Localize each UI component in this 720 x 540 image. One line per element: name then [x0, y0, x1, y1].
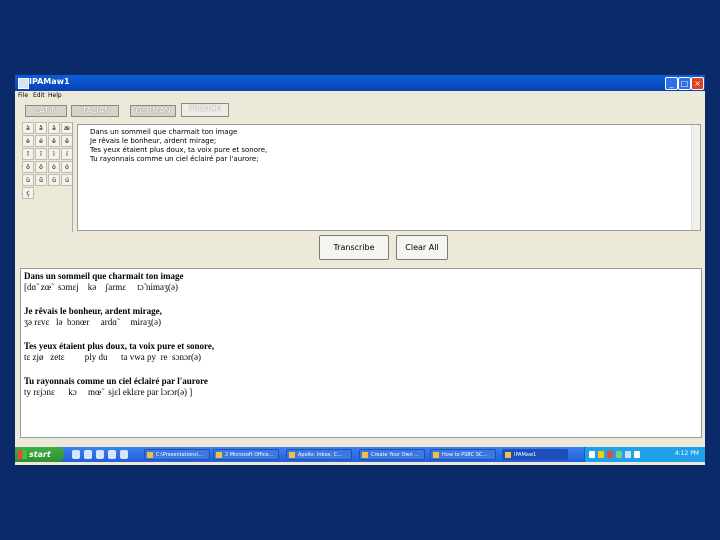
input-line: Dans un sommeil que charmait ton image [90, 128, 238, 136]
close-button[interactable]: × [691, 77, 704, 90]
taskbar-item-label: C:\Presentations\... [156, 452, 204, 458]
char-button[interactable]: ò [48, 161, 60, 173]
char-button[interactable]: é [35, 135, 47, 147]
output-text-line: Tu rayonnais comme un ciel éclairé par l… [24, 376, 208, 386]
update-icon[interactable] [616, 451, 622, 458]
start-label: start [29, 450, 51, 459]
network-icon[interactable] [589, 451, 595, 458]
app-window: IPAMaw1 _ □ × File Edit Help LATIN ITALI… [15, 75, 705, 465]
input-scrollbar[interactable] [691, 125, 700, 230]
taskbar-item[interactable]: C:\Presentations\... [144, 449, 210, 460]
tab-german[interactable]: GERMAN [130, 105, 176, 117]
mail-icon [289, 452, 295, 458]
char-button[interactable]: ê [48, 135, 60, 147]
window-title: IPAMaw1 [29, 77, 70, 86]
tab-italian[interactable]: ITALIAN [71, 105, 119, 117]
browser-icon [362, 452, 368, 458]
app-icon [505, 452, 511, 458]
system-tray: 4:12 PM [584, 447, 705, 462]
taskbar-item-label: How to PSBC SC... [442, 452, 488, 458]
output-ipa-line: [dɑ̃ zœ̃ sɔmɛj kə ʃarmɛ tɔ̃ nimaʒ(ə) [24, 282, 178, 292]
output-ipa-line: ʒə rɛvɛ lə bɔnœr ardɑ̃ miraʒ(ə) [24, 317, 161, 327]
tab-latin[interactable]: LATIN [25, 105, 67, 117]
output-text-line: Dans un sommeil que charmait ton image [24, 271, 184, 281]
taskbar: start C:\Presentations\... 2 Microsoft O… [15, 447, 705, 462]
menu-help[interactable]: Help [48, 92, 62, 99]
messenger-icon[interactable] [634, 451, 640, 458]
taskbar-item-label: Apollo: Inbox, C... [298, 452, 342, 458]
special-character-pad: àâäæèéêëîïìíôöòóùûüúç [22, 122, 74, 199]
input-line: Tes yeux étaient plus doux, ta voix pure… [90, 146, 268, 154]
taskbar-item[interactable]: Apollo: Inbox, C... [286, 449, 352, 460]
output-ipa-line: ty rɛjɔnɛ kɔ mœ̃ sjɛl eklɛre par lɔrɔr(ə… [24, 387, 193, 397]
browser-icon [433, 452, 439, 458]
char-button[interactable]: ü [48, 174, 60, 186]
folder-icon [147, 452, 153, 458]
quicklaunch-desktop-icon[interactable] [108, 450, 116, 459]
char-button[interactable]: è [22, 135, 34, 147]
panel-divider [72, 122, 76, 232]
title-bar[interactable]: IPAMaw1 _ □ × [15, 75, 705, 91]
char-button[interactable]: ç [22, 187, 34, 199]
output-text-line: Tes yeux étaient plus doux, ta voix pure… [24, 341, 215, 351]
menu-file[interactable]: File [18, 92, 28, 99]
maximize-button[interactable]: □ [678, 77, 691, 90]
windows-logo-icon [18, 450, 27, 459]
taskbar-item-label: 2 Microsoft Office... [225, 452, 274, 458]
char-button[interactable]: à [22, 122, 34, 134]
menu-edit[interactable]: Edit [33, 92, 45, 99]
char-button[interactable]: î [22, 148, 34, 160]
clear-all-button[interactable]: Clear All [396, 235, 448, 260]
input-line: Je rêvais le bonheur, ardent mirage; [90, 137, 217, 145]
quicklaunch-ie-icon[interactable] [72, 450, 80, 459]
taskbar-item[interactable]: Create Your Own ... [359, 449, 425, 460]
input-line: Tu rayonnais comme un ciel éclairé par l… [90, 155, 259, 163]
char-button[interactable]: ö [35, 161, 47, 173]
transcribe-button[interactable]: Transcribe [319, 235, 389, 260]
tab-french[interactable]: FRENCH [181, 103, 229, 117]
char-button[interactable]: ô [22, 161, 34, 173]
char-button[interactable]: â [35, 122, 47, 134]
quicklaunch-word-icon[interactable] [84, 450, 92, 459]
char-button[interactable]: ï [35, 148, 47, 160]
start-button[interactable]: start [15, 447, 64, 462]
char-button[interactable]: ì [48, 148, 60, 160]
volume-icon[interactable] [625, 451, 631, 458]
ipa-output[interactable]: Dans un sommeil que charmait ton image [… [20, 268, 702, 438]
taskbar-item-label: IPAMaw1 [514, 452, 537, 458]
security-icon[interactable] [598, 451, 604, 458]
char-button[interactable]: û [35, 174, 47, 186]
menu-bar: File Edit Help [15, 91, 705, 102]
taskbar-item-label: Create Your Own ... [371, 452, 420, 458]
output-text-line: Je rêvais le bonheur, ardent mirage, [24, 306, 162, 316]
taskbar-item[interactable]: 2 Microsoft Office... [213, 449, 279, 460]
clock: 4:12 PM [674, 450, 699, 457]
quicklaunch-media-icon[interactable] [96, 450, 104, 459]
office-icon [216, 452, 222, 458]
app-icon [18, 78, 29, 89]
minimize-button[interactable]: _ [665, 77, 678, 90]
char-button[interactable]: ä [48, 122, 60, 134]
char-button[interactable]: ù [22, 174, 34, 186]
taskbar-item[interactable]: IPAMaw1 [502, 449, 568, 460]
quicklaunch-star-icon[interactable] [120, 450, 128, 459]
french-text-input[interactable]: Dans un sommeil que charmait ton image J… [77, 124, 701, 231]
antivirus-icon[interactable] [607, 451, 613, 458]
output-ipa-line: tɛ zjø zetɛ ply du ta vwa py re sɔnɔr(ə) [24, 352, 202, 362]
taskbar-item[interactable]: How to PSBC SC... [430, 449, 496, 460]
